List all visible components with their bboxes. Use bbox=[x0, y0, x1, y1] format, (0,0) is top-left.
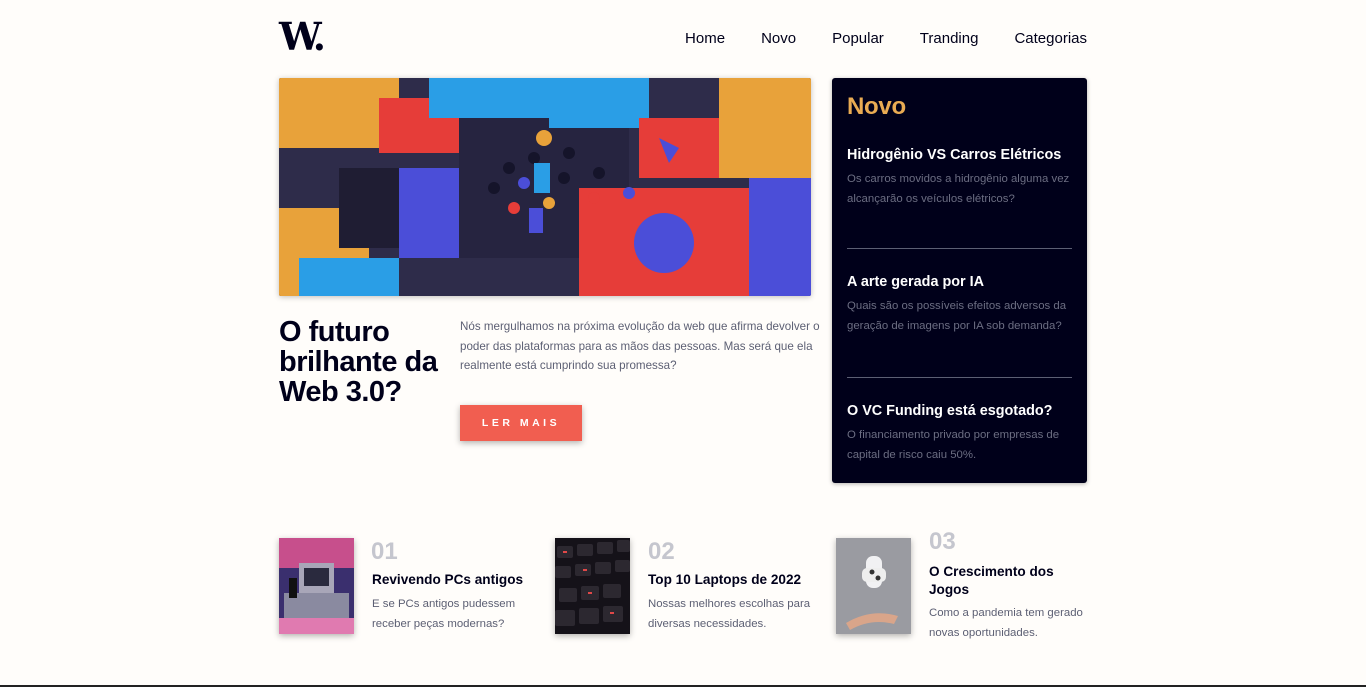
novo-panel: Novo Hidrogênio VS Carros Elétricos Os c… bbox=[832, 78, 1087, 483]
nav-home[interactable]: Home bbox=[685, 30, 725, 47]
nav-tranding[interactable]: Tranding bbox=[920, 30, 979, 47]
site-logo[interactable]: W. bbox=[279, 18, 326, 56]
novo-item[interactable]: A arte gerada por IA Quais são os possív… bbox=[847, 273, 1072, 336]
novo-item-text: O financiamento privado por empresas de … bbox=[847, 429, 1060, 461]
nav-novo[interactable]: Novo bbox=[761, 30, 796, 47]
game-controller-thumbnail[interactable] bbox=[836, 538, 911, 634]
card-number: 02 bbox=[648, 538, 675, 565]
divider bbox=[847, 248, 1072, 249]
novo-item-text: Os carros movidos a hidrogênio alguma ve… bbox=[847, 173, 1070, 205]
novo-item-title[interactable]: A arte gerada por IA bbox=[847, 273, 1072, 291]
card-number: 01 bbox=[371, 538, 398, 565]
novo-heading: Novo bbox=[847, 93, 906, 120]
novo-item-title[interactable]: O VC Funding está esgotado? bbox=[847, 402, 1072, 420]
card-title[interactable]: O Crescimento dos Jogos bbox=[929, 563, 1084, 599]
novo-item-text: Quais são os possíveis efeitos adversos … bbox=[847, 300, 1067, 332]
main-nav: Home Novo Popular Tranding Categorias bbox=[685, 30, 1087, 47]
card-number: 03 bbox=[929, 528, 956, 555]
novo-item-title[interactable]: Hidrogênio VS Carros Elétricos bbox=[847, 146, 1072, 164]
card-text: Como a pandemia tem gerado novas oportun… bbox=[929, 607, 1083, 639]
novo-item[interactable]: Hidrogênio VS Carros Elétricos Os carros… bbox=[847, 146, 1072, 209]
novo-item[interactable]: O VC Funding está esgotado? O financiame… bbox=[847, 402, 1072, 465]
hero-title: O futuro brilhante da Web 3.0? bbox=[279, 316, 438, 408]
retro-pc-thumbnail[interactable] bbox=[279, 538, 354, 634]
read-more-button[interactable]: LER MAIS bbox=[460, 405, 582, 441]
divider bbox=[847, 377, 1072, 378]
card-title[interactable]: Top 10 Laptops de 2022 bbox=[648, 571, 823, 589]
card-text: E se PCs antigos pudessem receber peças … bbox=[372, 598, 516, 630]
card-text: Nossas melhores escolhas para diversas n… bbox=[648, 598, 811, 630]
hero-description: Nós mergulhamos na próxima evolução da w… bbox=[460, 320, 820, 373]
hero-image bbox=[279, 78, 811, 296]
laptop-keyboard-thumbnail[interactable] bbox=[555, 538, 630, 634]
card-title[interactable]: Revivendo PCs antigos bbox=[372, 571, 542, 589]
nav-categorias[interactable]: Categorias bbox=[1014, 30, 1087, 47]
nav-popular[interactable]: Popular bbox=[832, 30, 884, 47]
